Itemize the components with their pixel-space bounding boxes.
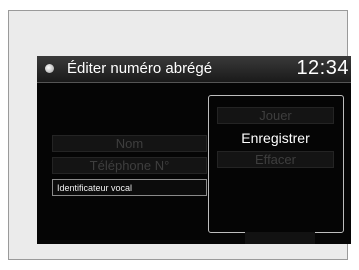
clock: 12:34 <box>296 57 349 79</box>
record-option[interactable]: Enregistrer <box>217 129 334 146</box>
voice-tag-submenu: Jouer Enregistrer Effacer <box>208 95 344 233</box>
voice-tag-field[interactable]: Identificateur vocal <box>52 179 207 196</box>
background-button-hint <box>245 232 315 244</box>
phone-number-field: Téléphone N° <box>52 157 207 174</box>
delete-option: Effacer <box>217 151 334 168</box>
play-option: Jouer <box>217 107 334 124</box>
navigation-screen: Éditer numéro abrégé 12:34 Nom Téléphone… <box>37 56 351 244</box>
field-list: Nom Téléphone N° Identificateur vocal <box>52 135 207 201</box>
screen-title: Éditer numéro abrégé <box>67 60 213 77</box>
name-field: Nom <box>52 135 207 152</box>
home-menu-icon[interactable] <box>45 64 54 73</box>
header-bar: Éditer numéro abrégé 12:34 <box>37 56 351 83</box>
figure-frame: Éditer numéro abrégé 12:34 Nom Téléphone… <box>8 10 351 260</box>
